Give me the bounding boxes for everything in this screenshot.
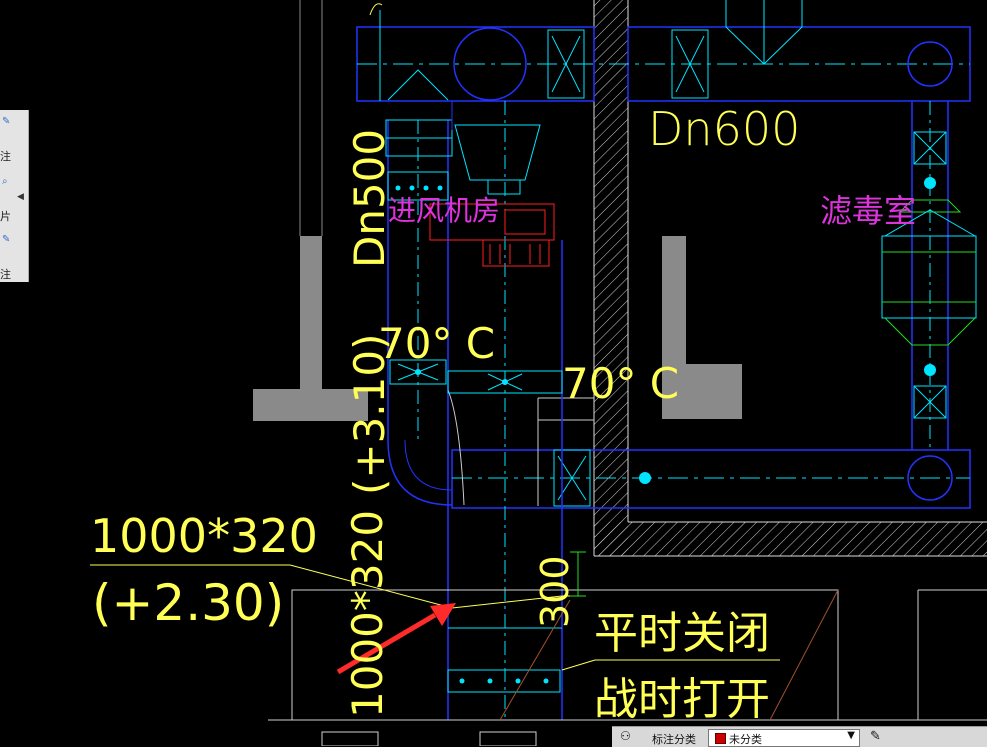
edit-icon[interactable]: ✎ (870, 729, 881, 744)
panel-item-label: 片 (0, 210, 11, 223)
chevron-down-icon: ▼ (847, 730, 855, 741)
temp-left-label: 70° C (378, 319, 495, 368)
top-duct (356, 0, 971, 102)
hatched-wall (593, 0, 987, 557)
panel-item-label: 注 (0, 150, 11, 163)
room-fan-label: 进风机房 (388, 194, 500, 227)
annotation-category-toolbar: ⚇ 标注分类 未分类 ▼ ✎ (612, 726, 987, 747)
cad-drawing-canvas[interactable]: Dn600 Dn500 滤毒室 进风机房 70° C 70° C 1000*32… (0, 0, 987, 746)
room-filter-label: 滤毒室 (820, 192, 916, 230)
note-war-open: 战时打开 (594, 674, 770, 725)
category-selected-value: 未分类 (729, 733, 762, 746)
duct-elev-main: (+2.30) (92, 574, 284, 632)
duct-vertical-elev: (+3.10) (345, 334, 394, 495)
pipe-dn500-label: Dn500 (345, 129, 394, 268)
annotate-icon: ✎ (2, 116, 11, 127)
annotate-icon: ✎ (2, 234, 11, 245)
collapse-arrow-icon[interactable]: ◀ (17, 192, 24, 202)
annotation-category-label: 标注分类 (652, 733, 696, 746)
left-tool-panel: ✎ 注 ⌕ 片 ✎ 注 ◀ (0, 110, 29, 282)
duct-size-main: 1000*320 (90, 509, 318, 563)
right-riser (881, 101, 977, 450)
panel-item-label: 注 (0, 268, 11, 281)
picture-icon: ⌕ (2, 176, 8, 187)
panel-item-annotate[interactable]: ✎ 注 (0, 110, 28, 163)
note-peace-closed: 平时关闭 (594, 608, 770, 659)
dim-300-right: 300 (533, 555, 577, 628)
group-icon[interactable]: ⚇ (620, 729, 638, 745)
pipe-dn600-label: Dn600 (648, 102, 800, 156)
temp-right-label: 70° C (562, 359, 679, 408)
category-color-swatch (715, 733, 726, 744)
annotation-category-select[interactable]: 未分类 ▼ (708, 729, 860, 747)
duct-vertical-size: 1000*320 (343, 510, 392, 718)
panel-item-annotate-2[interactable]: ✎ 注 (0, 228, 28, 281)
